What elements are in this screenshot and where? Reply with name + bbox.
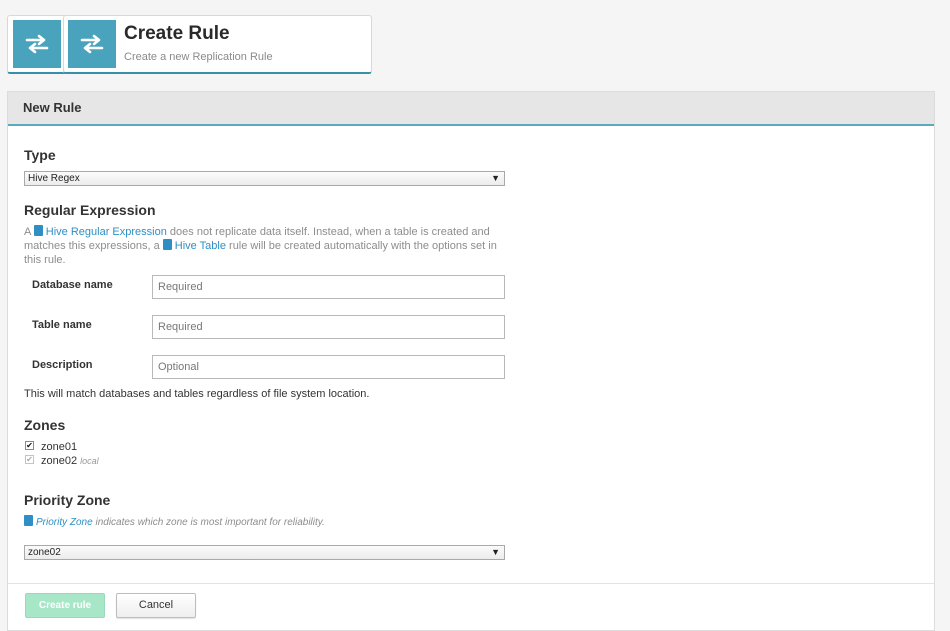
priority-zone-help: Priority Zone indicates which zone is mo… — [24, 515, 509, 530]
page-header-card: Create Rule Create a new Replication Rul… — [63, 15, 372, 74]
zone02-label: zone02 local — [41, 455, 99, 467]
priority-zone-link[interactable]: Priority Zone — [36, 517, 93, 528]
book-icon — [33, 225, 43, 236]
table-name-input[interactable]: Required — [152, 315, 505, 339]
type-select-value: Hive Regex — [28, 173, 80, 184]
new-rule-panel: New Rule Type Hive Regex ▼ Regular Expre… — [7, 91, 935, 631]
zone02-name: zone02 — [41, 455, 78, 467]
priority-zone-select[interactable]: zone02 ▼ — [24, 545, 505, 560]
database-name-label: Database name — [32, 279, 113, 291]
regex-help-prefix: A — [24, 226, 31, 238]
regex-heading: Regular Expression — [24, 202, 156, 218]
dropdown-arrow-icon: ▼ — [491, 173, 500, 183]
replication-arrows-icon — [68, 20, 116, 68]
database-name-input[interactable]: Required — [152, 275, 505, 299]
book-icon — [24, 515, 33, 526]
panel-title: New Rule — [8, 92, 934, 126]
cancel-button[interactable]: Cancel — [116, 593, 196, 618]
dropdown-arrow-icon: ▼ — [491, 547, 500, 557]
type-label: Type — [24, 147, 56, 163]
regex-help-text: A Hive Regular Expression does not repli… — [24, 225, 509, 267]
match-note: This will match databases and tables reg… — [24, 388, 370, 400]
replication-arrows-icon — [13, 20, 61, 68]
zone01-label: zone01 — [41, 441, 78, 453]
previous-page-card[interactable] — [7, 15, 67, 74]
priority-zone-select-value: zone02 — [28, 547, 61, 558]
priority-zone-heading: Priority Zone — [24, 492, 111, 508]
hive-regex-link[interactable]: Hive Regular Expression — [46, 226, 167, 238]
description-input[interactable]: Optional — [152, 355, 505, 379]
description-label: Description — [32, 359, 93, 371]
hive-table-link[interactable]: Hive Table — [175, 240, 226, 252]
zones-heading: Zones — [24, 417, 66, 433]
footer-divider — [8, 583, 934, 584]
priority-zone-help-text: indicates which zone is most important f… — [95, 517, 325, 528]
book-icon — [162, 239, 172, 250]
table-name-label: Table name — [32, 319, 92, 331]
page-title: Create Rule — [124, 23, 230, 44]
page-subtitle: Create a new Replication Rule — [124, 51, 273, 63]
zone02-checkbox: ✔ — [25, 455, 34, 464]
zone02-local-tag: local — [80, 456, 99, 466]
zone01-checkbox[interactable]: ✔ — [25, 441, 34, 450]
type-select[interactable]: Hive Regex ▼ — [24, 171, 505, 186]
create-rule-button[interactable]: Create rule — [25, 593, 105, 618]
